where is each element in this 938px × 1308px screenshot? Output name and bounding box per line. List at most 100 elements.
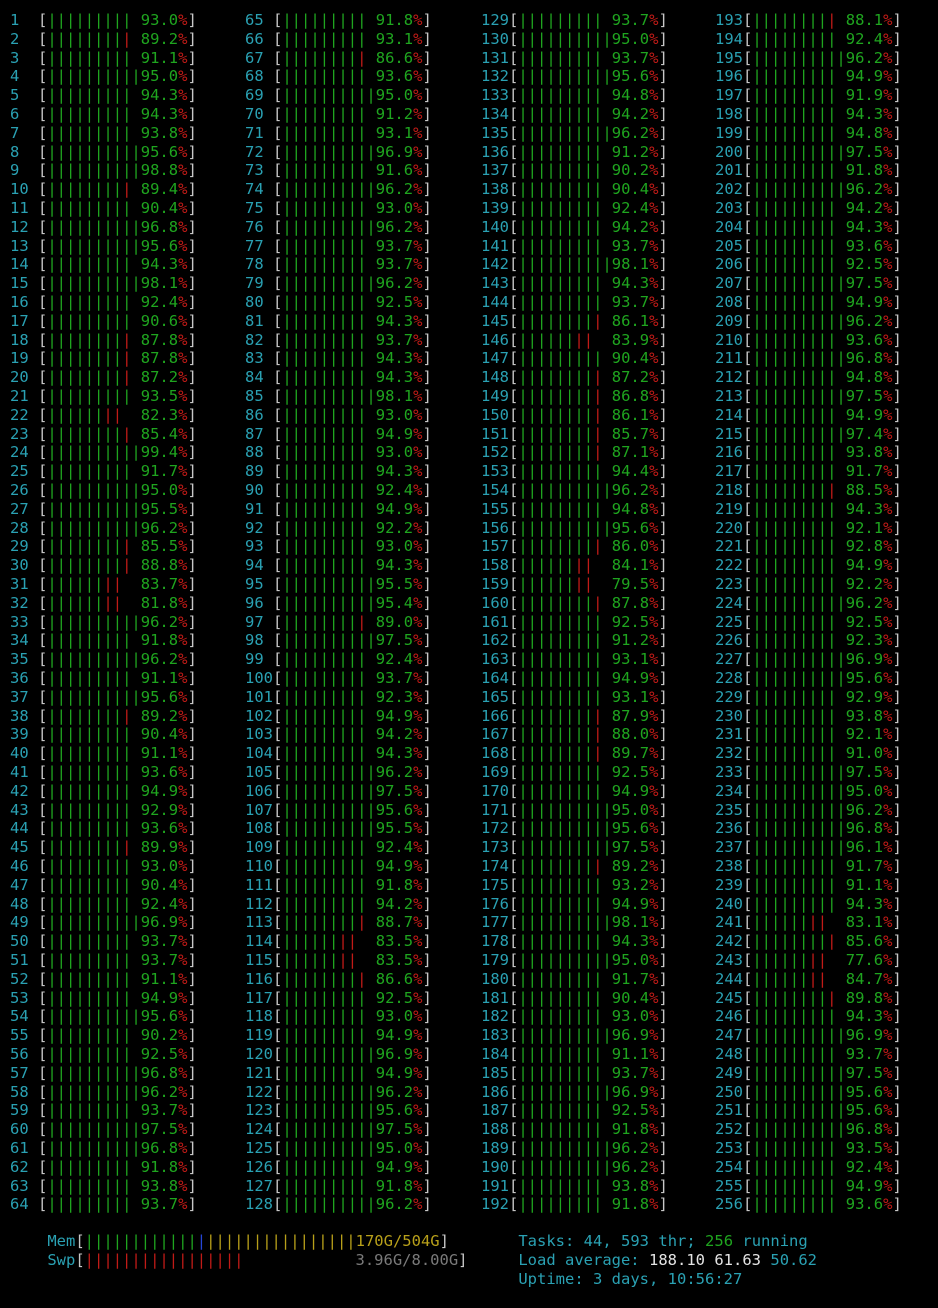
cpu-percent: 90.4% bbox=[611, 180, 659, 199]
cpu-usage-bar: ||||||||| bbox=[518, 706, 603, 725]
cpu-percent: 93.6% bbox=[845, 1195, 893, 1214]
cpu-meter: 114[|||||||| 83.5%] bbox=[245, 932, 432, 951]
cpu-usage-bar: |||||||||| bbox=[518, 1139, 612, 1157]
cpu-meter: 212[||||||||| 94.8%] bbox=[715, 368, 902, 387]
cpu-percent: 94.3% bbox=[611, 274, 659, 293]
cpu-percent: 92.4% bbox=[140, 293, 188, 311]
cpu-meter: 98[|||||||||| 97.5%] bbox=[245, 631, 432, 650]
cpu-usage-bar: ||||||||| bbox=[518, 499, 603, 518]
cpu-percent: 95.6% bbox=[845, 1082, 893, 1101]
cpu-percent: 88.8% bbox=[140, 556, 188, 575]
cpu-percent: 92.4% bbox=[845, 29, 893, 48]
cpu-id: 123 bbox=[245, 1101, 273, 1120]
cpu-usage-bar: ||||||||| bbox=[282, 29, 367, 48]
cpu-meter: 66[||||||||| 93.1%] bbox=[245, 29, 432, 48]
cpu-percent: 94.3% bbox=[845, 1007, 893, 1026]
cpu-meter: 133[||||||||| 94.8%] bbox=[481, 86, 668, 105]
cpu-id: 17 bbox=[10, 311, 29, 330]
cpu-percent: 93.7% bbox=[375, 255, 423, 274]
cpu-meter: 93[||||||||| 93.0%] bbox=[245, 537, 432, 556]
cpu-meter: 40[||||||||| 91.1%] bbox=[10, 744, 197, 763]
cpu-percent: 94.9% bbox=[845, 1176, 893, 1195]
cpu-usage-bar: ||||||||| bbox=[752, 11, 837, 29]
cpu-meter: 81[||||||||| 94.3%] bbox=[245, 311, 432, 330]
cpu-percent: 93.0% bbox=[140, 11, 188, 29]
cpu-id: 241 bbox=[715, 913, 743, 932]
cpu-usage-bar: ||||||||| bbox=[282, 1063, 367, 1082]
cpu-meter: 255[||||||||| 94.9%] bbox=[715, 1176, 902, 1195]
cpu-meter: 5[||||||||| 94.3%] bbox=[10, 86, 197, 105]
cpu-usage-bar: ||||||||| bbox=[47, 875, 132, 894]
cpu-meter: 237[|||||||||| 96.1%] bbox=[715, 838, 902, 857]
cpu-id: 5 bbox=[10, 86, 20, 105]
cpu-id: 67 bbox=[245, 48, 264, 67]
cpu-percent: 94.3% bbox=[611, 932, 659, 951]
cpu-percent: 95.6% bbox=[375, 1101, 423, 1120]
cpu-id: 187 bbox=[481, 1101, 509, 1120]
cpu-meter: 129[||||||||| 93.7%] bbox=[481, 11, 668, 29]
cpu-meter: 9[|||||||||| 98.8%] bbox=[10, 161, 197, 180]
cpu-percent: 94.3% bbox=[375, 311, 423, 330]
cpu-percent: 91.8% bbox=[611, 1120, 659, 1139]
cpu-id: 239 bbox=[715, 875, 743, 894]
cpu-id: 47 bbox=[10, 875, 29, 894]
cpu-usage-bar: |||||||||| bbox=[752, 1026, 846, 1045]
cpu-meter: 152[||||||||| 87.1%] bbox=[481, 443, 668, 462]
cpu-id: 72 bbox=[245, 142, 264, 161]
cpu-id: 90 bbox=[245, 481, 264, 499]
cpu-usage-bar: ||||||||| bbox=[518, 763, 603, 781]
cpu-percent: 94.9% bbox=[375, 857, 423, 875]
cpu-usage-bar: ||||||||| bbox=[752, 105, 837, 123]
cpu-meter: 145[||||||||| 86.1%] bbox=[481, 311, 668, 330]
cpu-meter: 92[||||||||| 92.2%] bbox=[245, 518, 432, 537]
cpu-percent: 94.3% bbox=[845, 499, 893, 518]
cpu-meter: 130[|||||||||| 95.0%] bbox=[481, 29, 668, 48]
cpu-meter: 30[||||||||| 88.8%] bbox=[10, 556, 197, 575]
cpu-meter: 75[||||||||| 93.0%] bbox=[245, 199, 432, 217]
cpu-usage-bar: ||||||||| bbox=[518, 537, 603, 556]
cpu-percent: 87.2% bbox=[611, 368, 659, 387]
cpu-usage-bar: ||||||||| bbox=[282, 123, 367, 142]
cpu-usage-bar: |||||||||| bbox=[282, 274, 376, 293]
cpu-id: 210 bbox=[715, 330, 743, 349]
cpu-percent: 95.0% bbox=[140, 67, 188, 86]
cpu-meter: 173[|||||||||| 97.5%] bbox=[481, 838, 668, 857]
cpu-usage-bar: |||||||| bbox=[752, 951, 828, 969]
cpu-meter: 240[||||||||| 94.3%] bbox=[715, 894, 902, 913]
cpu-meter: 141[||||||||| 93.7%] bbox=[481, 236, 668, 255]
cpu-meter: 143[||||||||| 94.3%] bbox=[481, 274, 668, 293]
cpu-id: 39 bbox=[10, 725, 29, 744]
cpu-usage-bar: ||||||||| bbox=[282, 255, 367, 274]
cpu-percent: 93.1% bbox=[375, 29, 423, 48]
cpu-percent: 94.8% bbox=[611, 499, 659, 518]
cpu-id: 56 bbox=[10, 1045, 29, 1063]
cpu-percent: 94.3% bbox=[140, 86, 188, 105]
cpu-meter: 250[|||||||||| 95.6%] bbox=[715, 1082, 902, 1101]
cpu-usage-bar: |||||||||| bbox=[47, 518, 141, 537]
cpu-meter: 246[||||||||| 94.3%] bbox=[715, 1007, 902, 1026]
cpu-usage-bar: ||||||||| bbox=[47, 1101, 132, 1120]
cpu-usage-bar: |||||||||| bbox=[752, 48, 846, 67]
cpu-percent: 97.5% bbox=[845, 142, 893, 161]
cpu-id: 45 bbox=[10, 838, 29, 857]
cpu-id: 6 bbox=[10, 105, 20, 123]
cpu-usage-bar: ||||||||| bbox=[47, 86, 132, 105]
cpu-id: 163 bbox=[481, 650, 509, 669]
cpu-id: 34 bbox=[10, 631, 29, 650]
cpu-id: 23 bbox=[10, 424, 29, 443]
cpu-percent: 93.0% bbox=[140, 857, 188, 875]
cpu-id: 73 bbox=[245, 161, 264, 180]
cpu-usage-bar: ||||||||| bbox=[47, 537, 132, 556]
cpu-usage-bar: |||||||||| bbox=[282, 800, 376, 819]
cpu-percent: 91.1% bbox=[140, 48, 188, 67]
cpu-percent: 92.9% bbox=[845, 687, 893, 706]
cpu-id: 145 bbox=[481, 311, 509, 330]
cpu-meter: 135[|||||||||| 96.2%] bbox=[481, 123, 668, 142]
cpu-meter: 192[||||||||| 91.8%] bbox=[481, 1195, 668, 1214]
cpu-meter: 222[||||||||| 94.9%] bbox=[715, 556, 902, 575]
cpu-meter: 221[||||||||| 92.8%] bbox=[715, 537, 902, 556]
cpu-meter: 22[|||||||| 82.3%] bbox=[10, 405, 197, 424]
cpu-percent: 89.2% bbox=[611, 857, 659, 875]
cpu-id: 79 bbox=[245, 274, 264, 293]
cpu-meter: 132[|||||||||| 95.6%] bbox=[481, 67, 668, 86]
